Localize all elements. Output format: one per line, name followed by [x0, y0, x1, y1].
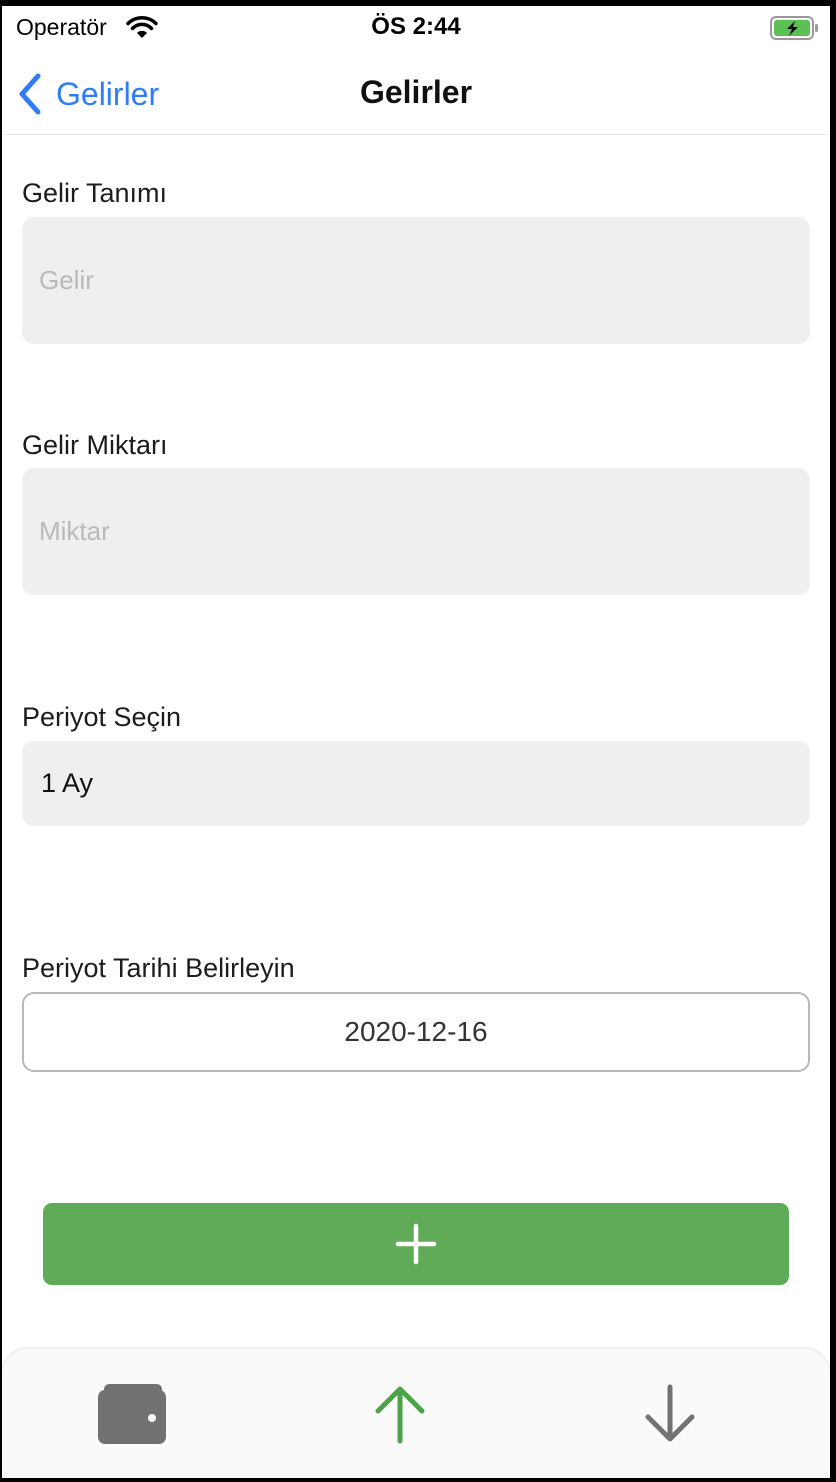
page-title: Gelirler — [359, 74, 473, 110]
period-date-value: 2020-12-16 — [344, 1016, 488, 1047]
income-amount-input[interactable] — [22, 468, 810, 595]
navigation-bar: Gelirler Gelirler — [2, 50, 830, 135]
tab-bar — [2, 1349, 830, 1478]
arrow-up-icon — [375, 1386, 425, 1443]
period-date-picker[interactable]: 2020-12-16 — [22, 992, 810, 1072]
period-date-label: Periyot Tarihi Belirleyin — [22, 953, 295, 983]
battery-charging-icon — [770, 16, 818, 40]
income-name-input[interactable] — [22, 217, 810, 344]
wallet-icon — [98, 1383, 166, 1444]
tab-wallet[interactable] — [32, 1349, 232, 1478]
income-amount-label: Gelir Miktarı — [22, 430, 168, 460]
status-time: ÖS 2:44 — [371, 13, 461, 40]
income-name-label: Gelir Tanımı — [22, 178, 168, 208]
tab-income[interactable] — [300, 1349, 500, 1478]
period-label: Periyot Seçin — [22, 702, 182, 732]
status-bar: Operatör ÖS 2:44 — [2, 6, 830, 50]
add-income-button[interactable] — [43, 1203, 789, 1285]
arrow-down-icon — [645, 1384, 695, 1441]
plus-icon — [395, 1223, 437, 1265]
period-selected-value: 1 Ay — [41, 768, 94, 798]
app-screen: Operatör ÖS 2:44 Gelirler Gelirler Gelir… — [2, 6, 830, 1478]
period-select[interactable]: 1 Ay — [22, 741, 810, 826]
tab-expense[interactable] — [570, 1349, 770, 1478]
